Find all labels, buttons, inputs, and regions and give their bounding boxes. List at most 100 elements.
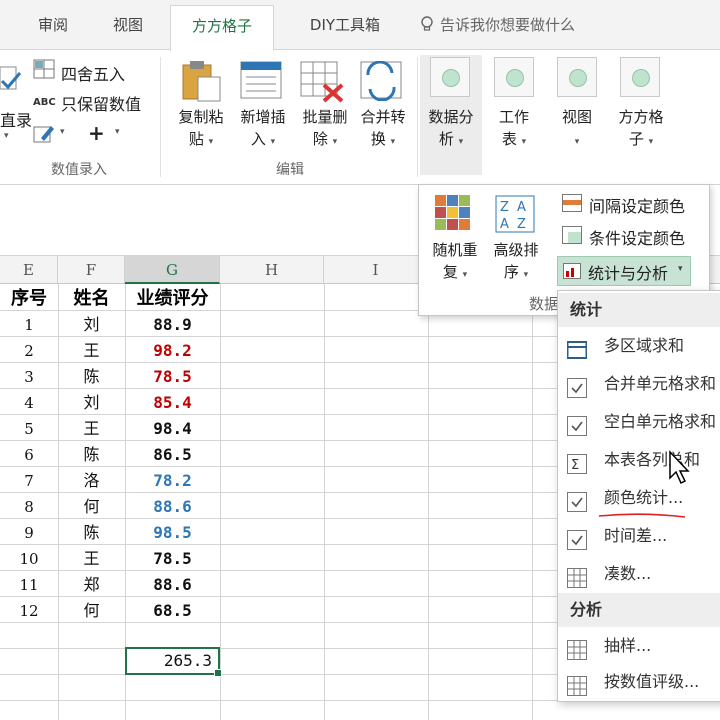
cell-score[interactable]: 98.5 — [125, 520, 220, 546]
cell-name[interactable]: 洛 — [58, 468, 125, 494]
cell-name[interactable]: 陈 — [58, 520, 125, 546]
random-repeat-button[interactable]: 随机重复 ▾ — [423, 239, 487, 286]
random-repeat-line1: 随机重 — [432, 241, 478, 259]
cell-score[interactable]: 98.2 — [125, 338, 220, 364]
caret-icon: ▾ — [458, 137, 464, 147]
batch-delete-line1: 批量删 — [302, 108, 348, 126]
caret-icon: ▾ — [462, 270, 468, 280]
column-header-g[interactable]: G — [125, 256, 220, 284]
column-header-i[interactable]: I — [324, 256, 428, 284]
cell-seq[interactable]: 8 — [0, 494, 58, 520]
tab-fangfanggezi[interactable]: 方方格子 — [170, 5, 274, 51]
column-header-f[interactable]: F — [58, 256, 125, 284]
cell-score[interactable]: 85.4 — [125, 390, 220, 416]
worksheet-button[interactable]: 工作表 ▾ — [484, 106, 544, 153]
cell-seq[interactable]: 9 — [0, 520, 58, 546]
cell-score[interactable]: 88.6 — [125, 572, 220, 598]
view-button[interactable]: 视图 ▾ — [547, 106, 607, 153]
cell-seq[interactable]: 6 — [0, 442, 58, 468]
interval-color-icon — [562, 194, 582, 212]
cell-seq[interactable]: 3 — [0, 364, 58, 390]
column-header-e[interactable]: E — [0, 256, 58, 284]
cell-name[interactable]: 王 — [58, 338, 125, 364]
cell-name[interactable]: 王 — [58, 546, 125, 572]
tab-review[interactable]: 审阅 — [18, 10, 88, 40]
cell-score[interactable]: 88.9 — [125, 312, 220, 338]
new-insert-line2: 入 — [250, 130, 266, 148]
menu-item-merged-cell-sum[interactable]: 合并单元格求和 — [558, 365, 720, 403]
group-separator — [160, 57, 161, 177]
cell-seq[interactable]: 12 — [0, 598, 58, 624]
direct-entry-label[interactable]: 直录 — [0, 107, 32, 131]
round-button[interactable]: 四舍五入 — [61, 61, 125, 85]
header-score[interactable]: 业绩评分 — [125, 286, 220, 312]
menu-item-make-up-number[interactable]: 凑数... — [558, 555, 720, 593]
cell-score[interactable]: 86.5 — [125, 442, 220, 468]
random-repeat-line2: 复 — [442, 263, 458, 281]
cell-seq[interactable]: 1 — [0, 312, 58, 338]
cell-name[interactable]: 何 — [58, 494, 125, 520]
cell-name[interactable]: 郑 — [58, 572, 125, 598]
caret-icon: ▾ — [574, 137, 580, 147]
menu-item-multi-region-sum[interactable]: 多区域求和 — [558, 327, 720, 365]
keep-values-button[interactable]: 只保留数值 — [61, 91, 141, 115]
condition-color-button[interactable]: 条件设定颜色 — [589, 225, 685, 249]
selected-sum-cell[interactable]: 265.3 — [125, 647, 222, 677]
batch-delete-button[interactable]: 批量删除 ▾ — [294, 106, 356, 153]
column-header-h[interactable]: H — [220, 256, 324, 284]
cell-score[interactable]: 98.4 — [125, 416, 220, 442]
menu-item-rate-by-value[interactable]: 按数值评级... — [558, 663, 720, 701]
sigma-icon: Σ — [567, 450, 587, 474]
check-cell-icon — [567, 412, 587, 436]
advanced-sort-button[interactable]: 高级排序 ▾ — [483, 239, 549, 286]
menu-item-blank-cell-sum[interactable]: 空白单元格求和 — [558, 403, 720, 441]
cell-score[interactable]: 88.6 — [125, 494, 220, 520]
cell-seq[interactable]: 2 — [0, 338, 58, 364]
group-label-edit: 编辑 — [276, 162, 304, 178]
cell-name[interactable]: 何 — [58, 598, 125, 624]
cell-name[interactable]: 陈 — [58, 364, 125, 390]
cell-seq[interactable]: 11 — [0, 572, 58, 598]
menu-item-column-totals[interactable]: Σ 本表各列总和 — [558, 441, 720, 479]
interval-color-button[interactable]: 间隔设定颜色 — [589, 193, 685, 217]
menu-item-label: 多区域求和 — [604, 336, 685, 355]
cell-seq[interactable]: 10 — [0, 546, 58, 572]
plus-button[interactable]: + — [88, 121, 105, 145]
cell-seq[interactable]: 7 — [0, 468, 58, 494]
cell-score[interactable]: 78.5 — [125, 546, 220, 572]
grid-icon — [567, 672, 587, 696]
cell-score[interactable]: 78.5 — [125, 364, 220, 390]
menu-item-label: 合并单元格求和 — [604, 374, 717, 393]
direct-entry-caret[interactable]: ▾ — [4, 131, 9, 141]
caret-icon: ▾ — [332, 137, 338, 147]
svg-text:A: A — [517, 200, 526, 215]
stats-analysis-button[interactable]: 统计与分析 ▾ — [557, 256, 691, 286]
fangfang-button[interactable]: 方方格子 ▾ — [610, 106, 672, 153]
fangfang-line1: 方方格 — [618, 108, 664, 126]
cell-name[interactable]: 刘 — [58, 390, 125, 416]
header-seq[interactable]: 序号 — [0, 286, 58, 312]
check-cell-icon — [567, 488, 587, 512]
fangfang-icon — [620, 57, 660, 97]
menu-item-time-diff[interactable]: 时间差... — [558, 517, 720, 555]
new-insert-button[interactable]: 新增插入 ▾ — [232, 106, 294, 153]
cell-score[interactable]: 78.2 — [125, 468, 220, 494]
copy-paste-line2: 贴 — [188, 130, 204, 148]
copy-paste-button[interactable]: 复制粘贴 ▾ — [170, 106, 232, 153]
merge-convert-button[interactable]: 合并转换 ▾ — [352, 106, 414, 153]
cell-score[interactable]: 68.5 — [125, 598, 220, 624]
cell-name[interactable]: 刘 — [58, 312, 125, 338]
cell-name[interactable]: 陈 — [58, 442, 125, 468]
cell-seq[interactable]: 5 — [0, 416, 58, 442]
tab-diy-toolbox[interactable]: DIY工具箱 — [290, 10, 400, 40]
cell-name[interactable]: 王 — [58, 416, 125, 442]
menu-section-stats: 统计 — [558, 293, 720, 327]
edit-cell-caret[interactable]: ▾ — [60, 127, 65, 137]
cell-seq[interactable]: 4 — [0, 390, 58, 416]
header-name[interactable]: 姓名 — [58, 286, 125, 312]
tell-me-search[interactable]: 告诉我你想要做什么 — [420, 10, 575, 40]
plus-caret[interactable]: ▾ — [115, 127, 120, 137]
menu-item-sampling[interactable]: 抽样... — [558, 627, 720, 665]
data-analysis-button[interactable]: 数据分析 ▾ — [420, 106, 482, 153]
tab-view[interactable]: 视图 — [98, 10, 158, 40]
